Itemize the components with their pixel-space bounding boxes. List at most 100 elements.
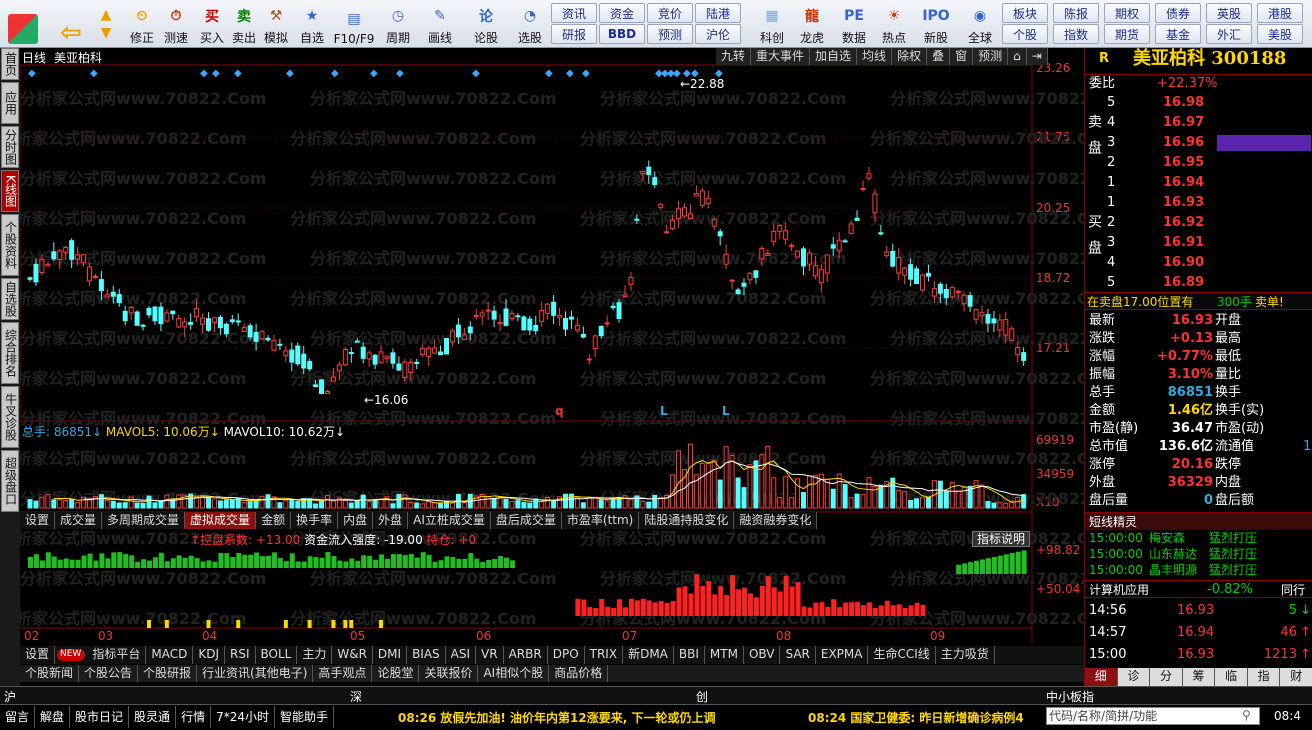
up-down-buttons[interactable]: ▲ ▼	[94, 2, 118, 46]
toolbar-btn-4[interactable]: ⚒ 模拟	[256, 2, 296, 46]
btn-small2-1-4[interactable]: 外汇	[1206, 24, 1252, 44]
info-tab-5[interactable]: 论股堂	[372, 665, 420, 682]
btn-lugang[interactable]: 陆港	[695, 3, 741, 23]
btn-zijin[interactable]: 资金	[599, 3, 645, 23]
index-cy[interactable]: 创	[696, 688, 708, 705]
bottom-tab-14[interactable]: DPO	[548, 646, 585, 664]
bottom-tab-10[interactable]: BIAS	[407, 646, 446, 664]
news-ticker-1[interactable]: 08:26 放假先加油! 油价年内第12涨要来, 下一轮或仍上调	[398, 709, 715, 726]
ind-tab-6[interactable]: 内盘	[338, 512, 374, 529]
status-item-6[interactable]: 智能助手	[275, 706, 334, 728]
toolbar-btn-11[interactable]: ▦ 科创	[752, 2, 792, 46]
event-marker-icon[interactable]: ◆	[286, 68, 294, 79]
toolbar-btn-15[interactable]: IPO 新股	[916, 2, 956, 46]
event-marker-icon[interactable]: ◆	[234, 68, 242, 79]
leftnav-item-6[interactable]: 综合排名	[1, 322, 19, 384]
index-zx[interactable]: 中小板指	[1046, 688, 1094, 705]
logo-icon[interactable]	[4, 2, 42, 46]
ind-tab-0[interactable]: 设置	[20, 512, 56, 529]
btn-small2-1-0[interactable]: 个股	[1002, 24, 1048, 44]
elf-row-2[interactable]: 15:00:00 晶丰明源 猛烈打压	[1085, 562, 1312, 578]
bottom-tab-18[interactable]: MTM	[705, 646, 744, 664]
bottom-tab-22[interactable]: 生命CCI线	[868, 646, 936, 664]
toolbar-btn-16[interactable]: ◉ 全球	[960, 2, 1000, 46]
bottom-tab-6[interactable]: BOLL	[256, 646, 298, 664]
info-tab-0[interactable]: 个股新闻	[20, 665, 80, 682]
btn-small2-1-1[interactable]: 指数	[1053, 24, 1099, 44]
btn-small2-1-3[interactable]: 基金	[1155, 24, 1201, 44]
bottom-tab-19[interactable]: OBV	[744, 646, 781, 664]
bottom-tab-2[interactable]: 指标平台	[87, 646, 147, 664]
event-marker-icon[interactable]: ◆	[582, 68, 590, 79]
elf-row-1[interactable]: 15:00:00 山东赫达 猛烈打压	[1085, 546, 1312, 562]
btn-small2-1-2[interactable]: 期货	[1104, 24, 1150, 44]
event-marker-icon[interactable]: ◆	[212, 68, 220, 79]
toolbar-btn-13[interactable]: PE 数据	[834, 2, 874, 46]
sell-row-1[interactable]: 4 16.97	[1085, 114, 1312, 132]
quote-tab-5[interactable]: 指	[1247, 668, 1281, 686]
btn-small2-1-5[interactable]: 美股	[1257, 24, 1303, 44]
bottom-tab-20[interactable]: SAR	[780, 646, 816, 664]
event-marker-icon[interactable]: ◆	[331, 68, 339, 79]
leftnav-item-1[interactable]: 应用	[1, 82, 19, 124]
leftnav-item-0[interactable]: 首页	[1, 48, 19, 80]
btn-small2-0-3[interactable]: 债券	[1155, 3, 1201, 23]
btn-bbd[interactable]: BBD	[599, 24, 645, 44]
bottom-tab-9[interactable]: DMI	[373, 646, 408, 664]
sell-row-0[interactable]: 5 16.98	[1085, 94, 1312, 112]
status-item-5[interactable]: 7*24小时	[211, 706, 275, 728]
chart-btn-4[interactable]: 除权	[892, 48, 928, 65]
toolbar-btn-7[interactable]: ◷ 周期	[378, 2, 418, 46]
toolbar-btn-8[interactable]: ✎ 画线	[420, 2, 460, 46]
search-icon[interactable]: ⚲	[1242, 708, 1256, 722]
status-item-1[interactable]: 解盘	[35, 706, 71, 728]
bottom-tab-5[interactable]: RSI	[225, 646, 256, 664]
ind-tab-10[interactable]: 市盈率(ttm)	[562, 512, 640, 529]
status-item-0[interactable]: 留言	[0, 706, 36, 728]
quote-tab-0[interactable]: 细	[1085, 668, 1118, 686]
quote-tab-3[interactable]: 筹	[1182, 668, 1216, 686]
status-item-2[interactable]: 股市日记	[70, 706, 130, 728]
back-button[interactable]: ⇦	[52, 2, 90, 48]
leftnav-item-2[interactable]: 分时图	[1, 126, 19, 168]
toolbar-btn-9[interactable]: 论论股	[466, 2, 506, 46]
btn-small2-0-2[interactable]: 期权	[1104, 3, 1150, 23]
info-tab-1[interactable]: 个股公告	[79, 665, 139, 682]
toolbar-btn-14[interactable]: ☀ 热点	[874, 2, 914, 46]
event-marker-icon[interactable]: ◆	[396, 68, 404, 79]
quote-tab-6[interactable]: 财	[1280, 668, 1312, 686]
bottom-tab-15[interactable]: TRIX	[585, 646, 624, 664]
btn-yanbao[interactable]: 研报	[551, 24, 597, 44]
ind-tab-9[interactable]: 盘后成交量	[491, 512, 562, 529]
sell-row-3[interactable]: 2 16.95	[1085, 154, 1312, 172]
bottom-tab-3[interactable]: MACD	[146, 646, 194, 664]
event-marker-icon[interactable]: ◆	[90, 68, 98, 79]
bottom-tab-8[interactable]: W&R	[332, 646, 373, 664]
event-marker-icon[interactable]: ◆	[472, 68, 480, 79]
btn-small2-0-1[interactable]: 陈报	[1053, 3, 1099, 23]
quote-tab-2[interactable]: 分	[1150, 668, 1183, 686]
btn-small2-0-4[interactable]: 英股	[1206, 3, 1252, 23]
search-input[interactable]: 代码/名称/简拼/功能	[1046, 707, 1260, 725]
ind-tab-7[interactable]: 外盘	[373, 512, 409, 529]
event-marker-icon[interactable]: ◆	[370, 68, 378, 79]
toolbar-btn-12[interactable]: 龍龙虎	[792, 2, 832, 46]
info-tab-6[interactable]: 关联报价	[419, 665, 479, 682]
news-ticker-2[interactable]: 08:24 国家卫健委: 昨日新增确诊病例4	[808, 709, 1042, 726]
buy-row-2[interactable]: 3 16.91	[1085, 234, 1312, 252]
chart-btn-2[interactable]: 加自选	[810, 48, 858, 65]
indicator-help-button[interactable]: 指标说明	[972, 531, 1031, 547]
bottom-tab-23[interactable]: 主力吸货	[936, 646, 995, 664]
event-marker-icon[interactable]: ◆	[200, 68, 208, 79]
chart-btn-7[interactable]: 预测	[973, 48, 1009, 65]
bottom-tab-12[interactable]: VR	[476, 646, 504, 664]
chart-period[interactable]: 日线	[22, 49, 46, 66]
toolbar-btn-1[interactable]: ⏱ 测速	[156, 2, 196, 46]
btn-jingjia[interactable]: 竞价	[647, 3, 693, 23]
index-sz[interactable]: 深	[350, 688, 362, 705]
sector-row[interactable]: 计算机应用 -0.82% 同行	[1085, 580, 1312, 598]
btn-yuce[interactable]: 预测	[647, 24, 693, 44]
chart-btn-5[interactable]: 叠	[927, 48, 951, 65]
event-marker-icon[interactable]: ◆	[545, 68, 553, 79]
quote-tab-1[interactable]: 诊	[1117, 668, 1151, 686]
